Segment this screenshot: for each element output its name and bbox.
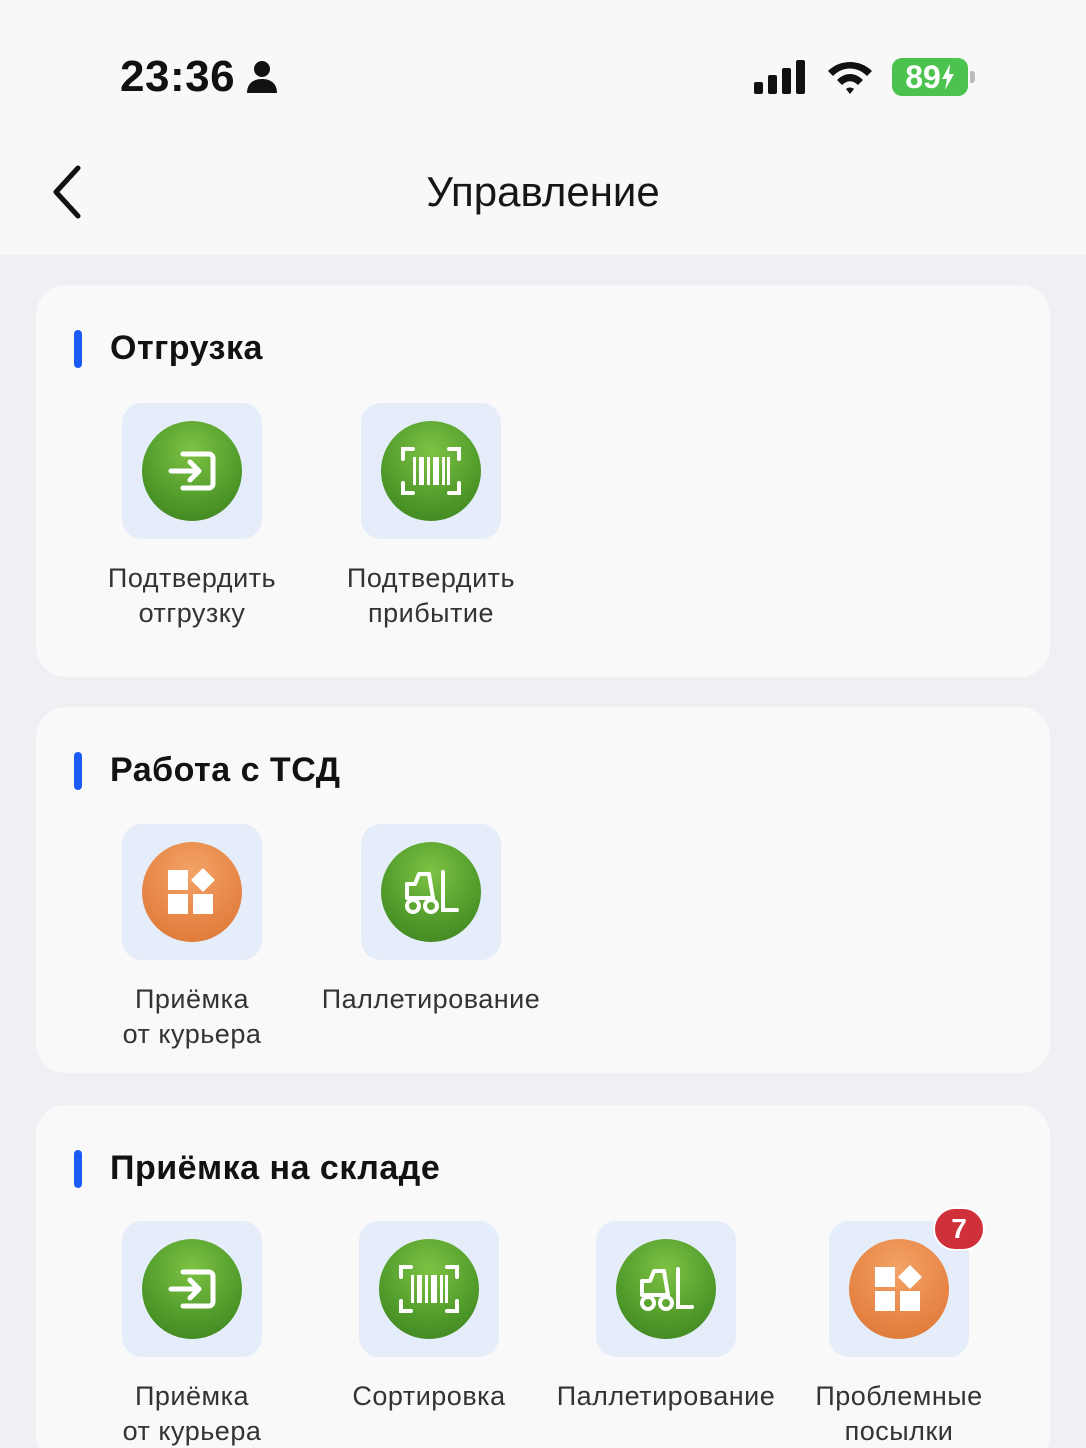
charging-bolt-icon bbox=[941, 64, 954, 90]
tile-label-line2: прибытие bbox=[367, 598, 495, 628]
page-title: Управление bbox=[426, 168, 660, 215]
tile-label-line1: Приёмка bbox=[134, 984, 249, 1014]
tile-icon-box bbox=[122, 403, 262, 539]
tile-palletizing-warehouse[interactable]: Паллетирование bbox=[541, 1221, 791, 1414]
tile-label: Подтвердить отгрузку bbox=[67, 561, 317, 631]
tile-label-line1: Паллетирование bbox=[321, 984, 541, 1014]
top-bar: 23:36 89 Управление bbox=[0, 0, 1086, 255]
forklift-icon bbox=[381, 842, 481, 942]
tile-icon-box: 7 bbox=[829, 1207, 985, 1357]
tile-label: Подтвердить прибытие bbox=[306, 561, 556, 631]
tile-label-line1: Сортировка bbox=[352, 1381, 506, 1411]
tile-label-line1: Приёмка bbox=[134, 1381, 249, 1411]
section-warehouse-receipt: Приёмка на складе Приёмка от курьера Сор… bbox=[36, 1105, 1050, 1448]
tile-label-line2: посылки bbox=[844, 1416, 954, 1446]
tile-label: Паллетирование bbox=[541, 1379, 791, 1414]
forklift-icon bbox=[616, 1239, 716, 1339]
apps-blocks-icon bbox=[142, 842, 242, 942]
tile-palletizing[interactable]: Паллетирование bbox=[306, 824, 556, 1017]
tile-label-line2: от курьера bbox=[122, 1019, 262, 1049]
barcode-scan-icon bbox=[379, 1239, 479, 1339]
battery-indicator: 89 bbox=[892, 58, 975, 96]
person-icon bbox=[247, 61, 278, 93]
wifi-icon bbox=[828, 62, 872, 94]
battery-level: 89 bbox=[905, 58, 941, 95]
tile-courier-receipt[interactable]: Приёмка от курьера bbox=[67, 824, 317, 1052]
tile-label-line1: Проблемные bbox=[815, 1381, 983, 1411]
accent-bar bbox=[74, 751, 82, 790]
clock-text: 23:36 bbox=[120, 52, 236, 101]
tile-label-line1: Подтвердить bbox=[107, 563, 277, 593]
section-title-text: Работа с ТСД bbox=[110, 751, 341, 789]
tile-problem-parcels[interactable]: 7 Проблемные посылки bbox=[774, 1207, 1024, 1448]
login-arrow-icon bbox=[142, 421, 242, 521]
section-title-text: Приёмка на складе bbox=[110, 1149, 441, 1187]
notification-badge: 7 bbox=[933, 1207, 985, 1251]
tile-icon-box bbox=[361, 824, 501, 960]
tile-label-line2: от курьера bbox=[122, 1416, 262, 1446]
tile-confirm-shipment[interactable]: Подтвердить отгрузку bbox=[67, 403, 317, 631]
section-title: Отгрузка bbox=[74, 329, 263, 368]
tile-label-line1: Подтвердить bbox=[346, 563, 516, 593]
tile-label: Приёмка от курьера bbox=[67, 1379, 317, 1448]
tile-label: Приёмка от курьера bbox=[67, 982, 317, 1052]
section-tsd-work: Работа с ТСД Приёмка от курьера Паллетир… bbox=[36, 707, 1050, 1073]
tile-icon-box bbox=[359, 1221, 499, 1357]
tile-label-line1: Паллетирование bbox=[556, 1381, 776, 1411]
apps-blocks-icon bbox=[849, 1239, 949, 1339]
tile-label: Паллетирование bbox=[306, 982, 556, 1017]
barcode-scan-icon bbox=[381, 421, 481, 521]
section-title: Работа с ТСД bbox=[74, 751, 341, 790]
signal-icon bbox=[754, 60, 805, 94]
tile-label: Проблемные посылки bbox=[774, 1379, 1024, 1448]
tile-icon-box bbox=[596, 1221, 736, 1357]
tile-confirm-arrival[interactable]: Подтвердить прибытие bbox=[306, 403, 556, 631]
tile-icon-box bbox=[122, 1221, 262, 1357]
section-title: Приёмка на складе bbox=[74, 1149, 440, 1188]
section-shipment: Отгрузка Подтвердить отгрузку Подтвердит… bbox=[36, 285, 1050, 677]
status-time: 23:36 bbox=[120, 52, 279, 102]
accent-bar bbox=[74, 1149, 82, 1188]
tile-label-line2: отгрузку bbox=[138, 598, 246, 628]
tile-sorting[interactable]: Сортировка bbox=[304, 1221, 554, 1414]
status-indicators: 89 bbox=[754, 58, 975, 96]
tile-icon-box bbox=[122, 824, 262, 960]
section-title-text: Отгрузка bbox=[110, 329, 263, 367]
tile-label: Сортировка bbox=[304, 1379, 554, 1414]
tile-icon-box bbox=[361, 403, 501, 539]
accent-bar bbox=[74, 329, 82, 368]
login-arrow-icon bbox=[142, 1239, 242, 1339]
tile-courier-receipt-warehouse[interactable]: Приёмка от курьера bbox=[67, 1221, 317, 1448]
